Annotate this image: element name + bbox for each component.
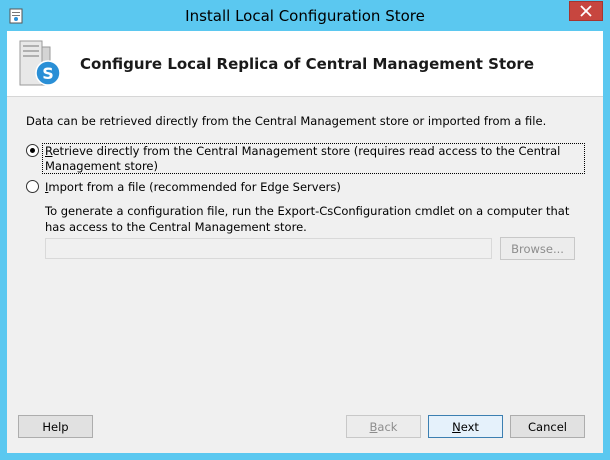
import-option-label[interactable]: Import from a file (recommended for Edge…: [45, 180, 341, 194]
retrieve-option-label[interactable]: Retrieve directly from the Central Manag…: [45, 144, 565, 174]
import-label-rest: mport from a file (recommended for Edge …: [48, 180, 341, 194]
retrieve-radio[interactable]: [26, 144, 39, 157]
import-help-text: To generate a configuration file, run th…: [45, 204, 570, 234]
svg-text:S: S: [42, 64, 54, 83]
back-label-rest: ack: [377, 419, 398, 434]
back-button[interactable]: Back: [346, 415, 421, 438]
help-button[interactable]: Help: [18, 415, 93, 438]
file-path-input[interactable]: [45, 238, 492, 259]
window-title: Install Local Configuration Store: [185, 7, 425, 25]
next-button[interactable]: Next: [428, 415, 503, 438]
wizard-body: S Configure Local Replica of Central Man…: [7, 31, 603, 453]
page-title: Configure Local Replica of Central Manag…: [80, 55, 534, 73]
skype-server-icon: S: [19, 40, 61, 86]
close-button[interactable]: [569, 1, 603, 21]
close-icon: [580, 5, 592, 17]
intro-text: Data can be retrieved directly from the …: [26, 114, 547, 128]
retrieve-label-rest: etrieve directly from the Central Manage…: [45, 144, 561, 173]
next-label-rest: ext: [460, 419, 479, 434]
back-mnemonic: B: [369, 419, 378, 434]
next-mnemonic: N: [452, 419, 461, 434]
wizard-header: S Configure Local Replica of Central Man…: [7, 31, 603, 97]
cancel-button[interactable]: Cancel: [510, 415, 585, 438]
import-radio[interactable]: [26, 180, 39, 193]
browse-button[interactable]: Browse...: [500, 237, 575, 260]
title-bar[interactable]: Install Local Configuration Store: [0, 0, 610, 31]
